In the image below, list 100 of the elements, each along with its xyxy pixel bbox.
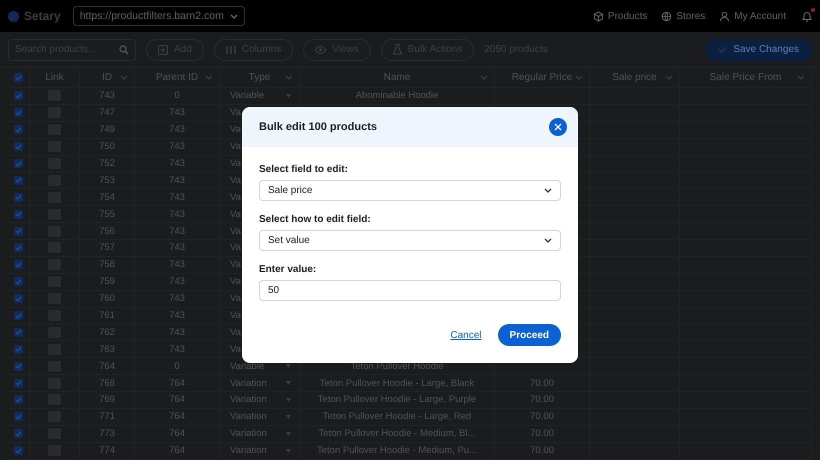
table-cell: Va: [230, 174, 241, 186]
dropdown-icon[interactable]: [286, 432, 291, 436]
row-checkbox[interactable]: [14, 260, 23, 270]
table-cell: 763: [99, 344, 115, 355]
column-header[interactable]: Regular Price: [512, 72, 572, 83]
caret-icon: [544, 188, 552, 193]
table-cell: Teton Pullover Hoodie - Large, Red: [322, 411, 472, 422]
row-checkbox[interactable]: [14, 412, 23, 422]
row-checkbox[interactable]: [14, 108, 23, 118]
row-checkbox[interactable]: [14, 311, 23, 320]
row-checkbox[interactable]: [14, 192, 23, 202]
row-checkbox[interactable]: [14, 362, 23, 371]
table-cell: 743: [169, 158, 185, 169]
columns-icon: [226, 44, 236, 54]
table-cell: 743: [169, 344, 185, 355]
table-cell: Va: [230, 242, 241, 254]
row-checkbox[interactable]: [14, 210, 23, 219]
table-cell: 743: [169, 208, 185, 220]
dropdown-icon[interactable]: [286, 414, 291, 419]
row-checkbox[interactable]: [14, 159, 23, 168]
table-cell: 760: [99, 293, 115, 304]
dropdown-icon[interactable]: [286, 398, 291, 402]
row-checkbox[interactable]: [14, 378, 23, 388]
table-cell: 743: [169, 293, 185, 304]
input-field[interactable]: 50: [259, 280, 561, 301]
table-cell: 747: [99, 107, 115, 118]
column-header[interactable]: Name: [384, 72, 410, 83]
close-button[interactable]: [549, 118, 567, 136]
row-checkbox[interactable]: [14, 344, 23, 354]
table-cell: 764: [169, 378, 185, 389]
site-selector[interactable]: https://productfilters.barn2.com: [72, 6, 245, 26]
field-label: Enter value:: [259, 264, 318, 275]
row-checkbox[interactable]: [14, 328, 23, 337]
table-cell: 764: [169, 394, 185, 406]
column-header[interactable]: Link: [45, 72, 64, 83]
table-cell: 743: [169, 141, 185, 152]
globe-icon: [661, 10, 672, 22]
dialog-title: Bulk edit 100 products: [259, 121, 377, 133]
table-cell: Va: [230, 276, 241, 288]
row-checkbox[interactable]: [14, 277, 23, 286]
plus-icon: [158, 44, 168, 54]
row-checkbox[interactable]: [14, 395, 23, 404]
proceed-button[interactable]: Proceed: [498, 324, 561, 346]
row-checkbox[interactable]: [14, 125, 23, 134]
table-cell: 771: [99, 411, 115, 422]
table-cell: 764: [169, 411, 185, 422]
dropdown-icon[interactable]: [286, 381, 291, 386]
table-cell: Va: [230, 326, 241, 338]
table-cell: 759: [99, 276, 115, 288]
table-cell: Teton Pullover Hoodie - Large, Black: [320, 378, 474, 389]
table-cell: 743: [169, 124, 185, 136]
table-cell: 753: [99, 174, 115, 186]
row-checkbox[interactable]: [14, 142, 23, 152]
table-cell: Teton Pullover Hoodie - Medium, Bl...: [318, 428, 476, 440]
nav-link[interactable]: Products: [592, 10, 648, 22]
table-cell: 743: [169, 226, 185, 237]
row-checkbox[interactable]: [14, 176, 23, 185]
person-icon: [719, 10, 730, 22]
table-cell: Variation: [230, 378, 267, 389]
table-cell: 743: [99, 90, 115, 102]
table-cell: 768: [99, 378, 115, 389]
row-checkbox[interactable]: [14, 91, 23, 100]
table-cell: 749: [99, 124, 115, 136]
table-cell: Va: [230, 344, 241, 355]
dropdown-icon[interactable]: [286, 94, 291, 98]
column-header[interactable]: Sale Price From: [710, 72, 782, 83]
row-checkbox[interactable]: [14, 243, 23, 252]
select-field[interactable]: Set value: [259, 230, 561, 251]
table-cell: 764: [169, 445, 185, 456]
nav-link[interactable]: Stores: [661, 10, 706, 22]
select-all-checkbox[interactable]: [14, 73, 23, 82]
table-cell: 755: [99, 208, 115, 220]
table-cell: 761: [99, 310, 115, 322]
table-cell: 774: [99, 445, 115, 456]
table-cell: Va: [230, 158, 241, 169]
field-label: Select field to edit:: [259, 164, 349, 175]
table-cell: Variation: [230, 411, 267, 422]
table-cell: 0: [174, 90, 180, 102]
table-cell: 764: [99, 360, 115, 372]
column-header[interactable]: Type: [248, 72, 270, 83]
field-label: Select how to edit field:: [259, 214, 372, 225]
column-header[interactable]: Sale price: [612, 72, 657, 83]
table-cell: 70.00: [530, 428, 554, 440]
column-header[interactable]: ID: [102, 72, 112, 83]
table-cell: Va: [230, 107, 241, 118]
bell-icon[interactable]: [802, 10, 812, 22]
save-changes-button[interactable]: Save Changes: [705, 38, 812, 60]
row-checkbox[interactable]: [14, 226, 23, 236]
table-cell: 743: [169, 242, 185, 254]
cancel-link[interactable]: Cancel: [450, 330, 482, 340]
row-checkbox[interactable]: [14, 429, 23, 438]
select-field[interactable]: Sale price: [259, 180, 561, 201]
row-checkbox[interactable]: [14, 446, 23, 456]
dropdown-icon[interactable]: [286, 448, 291, 453]
table-cell: 743: [169, 107, 185, 118]
table-cell: Va: [230, 310, 241, 322]
row-checkbox[interactable]: [14, 294, 23, 304]
nav-link[interactable]: My Account: [719, 10, 786, 22]
column-header[interactable]: Parent ID: [156, 72, 198, 83]
table-cell: Va: [230, 226, 241, 237]
